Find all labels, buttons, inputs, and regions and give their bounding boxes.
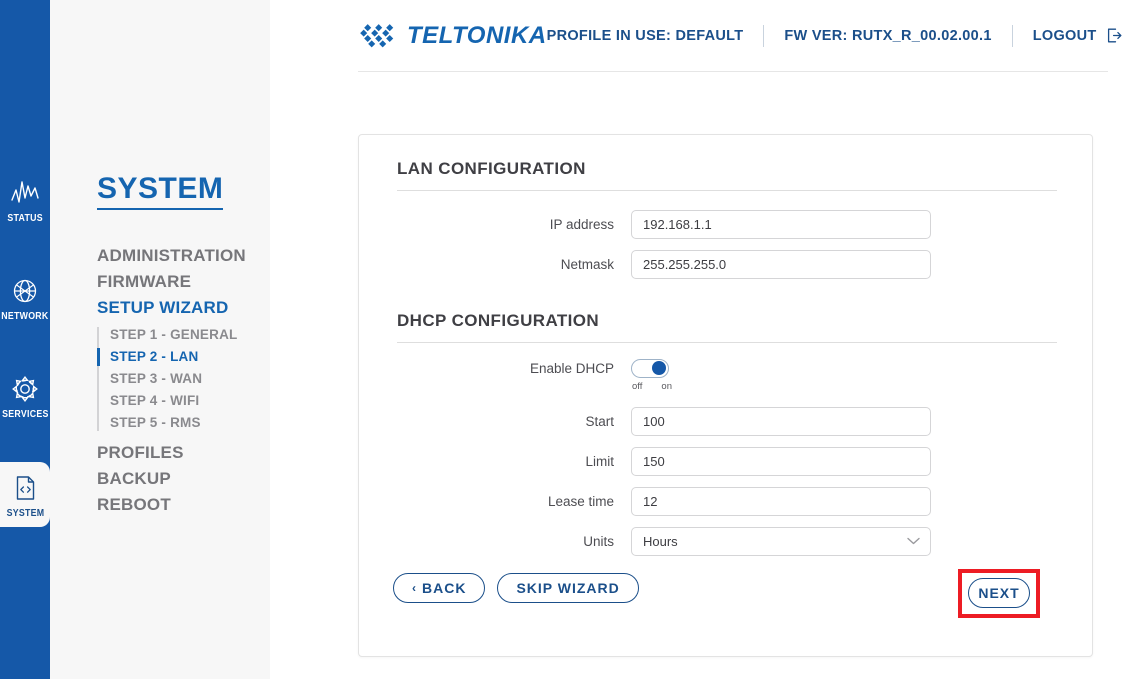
next-button-label: NEXT [978, 585, 1020, 601]
back-button[interactable]: ‹ BACK [393, 573, 486, 603]
sidebar-item-administration[interactable]: ADMINISTRATION [97, 243, 272, 269]
limit-row: Limit [397, 446, 1057, 476]
lease-time-input[interactable] [631, 486, 931, 516]
toggle-knob [652, 361, 666, 375]
lease-time-row: Lease time [397, 486, 1057, 516]
teltonika-logo[interactable]: TELTONIKA [358, 22, 547, 50]
sidebar-substeps: STEP 1 - GENERAL STEP 2 - LAN STEP 3 - W… [97, 324, 272, 434]
sidebar-item-profiles[interactable]: PROFILES [97, 440, 272, 466]
toggle-on-label: on [661, 380, 672, 392]
lease-time-label: Lease time [547, 493, 614, 509]
sidebar-item-reboot[interactable]: REBOOT [97, 492, 272, 518]
enable-dhcp-toggle[interactable] [631, 358, 669, 378]
rail-item-services[interactable]: SERVICES [0, 366, 50, 426]
limit-label: Limit [585, 453, 614, 469]
wizard-button-bar: ‹ BACK SKIP WIZARD [393, 573, 639, 603]
sidebar-title[interactable]: SYSTEM [97, 172, 224, 210]
top-bar: TELTONIKA PROFILE IN USE: DEFAULT FW VER… [358, 0, 1121, 72]
sidebar-substep-step-5[interactable]: STEP 5 - RMS [110, 412, 272, 434]
rail-item-status[interactable]: STATUS [0, 170, 50, 230]
logout-icon[interactable] [1106, 27, 1123, 44]
sidebar-substep-step-1[interactable]: STEP 1 - GENERAL [110, 324, 272, 346]
sidebar-menu: ADMINISTRATION FIRMWARE SETUP WIZARD STE… [97, 243, 272, 518]
start-label: Start [585, 413, 614, 429]
skip-wizard-label: SKIP WIZARD [516, 580, 620, 596]
toggle-state-labels: off on [632, 381, 672, 392]
toggle-off-label: off [632, 380, 643, 392]
next-button[interactable]: NEXT [968, 578, 1030, 608]
sidebar: SYSTEM ADMINISTRATION FIRMWARE SETUP WIZ… [50, 0, 270, 679]
sidebar-substep-step-3[interactable]: STEP 3 - WAN [110, 368, 272, 390]
icon-rail: STATUS NETWORK SERVICES SYSTEM [0, 0, 50, 679]
top-divider-2 [1011, 24, 1013, 47]
start-input[interactable] [631, 406, 931, 436]
teltonika-logo-mark [360, 23, 394, 47]
skip-wizard-button[interactable]: SKIP WIZARD [497, 573, 639, 603]
back-button-label: BACK [422, 580, 467, 596]
main-content: TELTONIKA PROFILE IN USE: DEFAULT FW VER… [270, 0, 1125, 679]
setup-wizard-card: LAN CONFIGURATION IP address Netmask DHC… [358, 134, 1093, 657]
top-divider-1 [763, 24, 765, 47]
units-label: Units [583, 533, 614, 549]
lan-section-title: LAN CONFIGURATION [397, 159, 1057, 191]
teltonika-logo-text: TELTONIKA [407, 21, 547, 49]
ip-address-input[interactable] [631, 209, 931, 239]
pulse-icon [11, 181, 39, 203]
sidebar-item-setup-wizard[interactable]: SETUP WIZARD [97, 295, 272, 321]
firmware-version: FW VER: RUTX_R_00.02.00.1 [784, 27, 992, 44]
rail-label-services: SERVICES [1, 409, 49, 420]
rail-label-system: SYSTEM [6, 508, 44, 519]
netmask-label: Netmask [560, 256, 614, 272]
units-select[interactable] [631, 526, 931, 556]
profile-in-use[interactable]: PROFILE IN USE: DEFAULT [547, 28, 744, 44]
code-file-icon [16, 476, 35, 500]
top-links: PROFILE IN USE: DEFAULT FW VER: RUTX_R_0… [547, 24, 1123, 47]
app-root: STATUS NETWORK SERVICES SYSTEM SYSTEM AD… [0, 0, 1125, 679]
enable-dhcp-row: Enable DHCP off on [397, 353, 1057, 392]
sidebar-substep-step-2[interactable]: STEP 2 - LAN [97, 346, 272, 368]
logout-link[interactable]: LOGOUT [1033, 28, 1097, 44]
sidebar-item-firmware[interactable]: FIRMWARE [97, 269, 272, 295]
rail-label-network: NETWORK [1, 311, 49, 322]
sidebar-item-backup[interactable]: BACKUP [97, 466, 272, 492]
back-arrow-icon: ‹ [412, 581, 416, 595]
enable-dhcp-label: Enable DHCP [529, 360, 614, 376]
ip-address-label: IP address [549, 216, 614, 232]
rail-item-system[interactable]: SYSTEM [0, 466, 50, 524]
sidebar-substep-step-4[interactable]: STEP 4 - WIFI [110, 390, 272, 412]
netmask-row: Netmask [397, 249, 1057, 279]
ip-address-row: IP address [397, 209, 1057, 239]
start-row: Start [397, 406, 1057, 436]
netmask-input[interactable] [631, 249, 931, 279]
globe-icon [13, 279, 37, 303]
limit-input[interactable] [631, 446, 931, 476]
enable-dhcp-toggle-wrap: off on [631, 358, 687, 392]
rail-label-status: STATUS [7, 213, 43, 224]
dhcp-section-title: DHCP CONFIGURATION [397, 311, 1057, 343]
units-row: Units [397, 526, 1057, 556]
units-select-wrap [631, 526, 931, 556]
rail-item-network[interactable]: NETWORK [0, 268, 50, 328]
gear-icon [12, 376, 38, 402]
